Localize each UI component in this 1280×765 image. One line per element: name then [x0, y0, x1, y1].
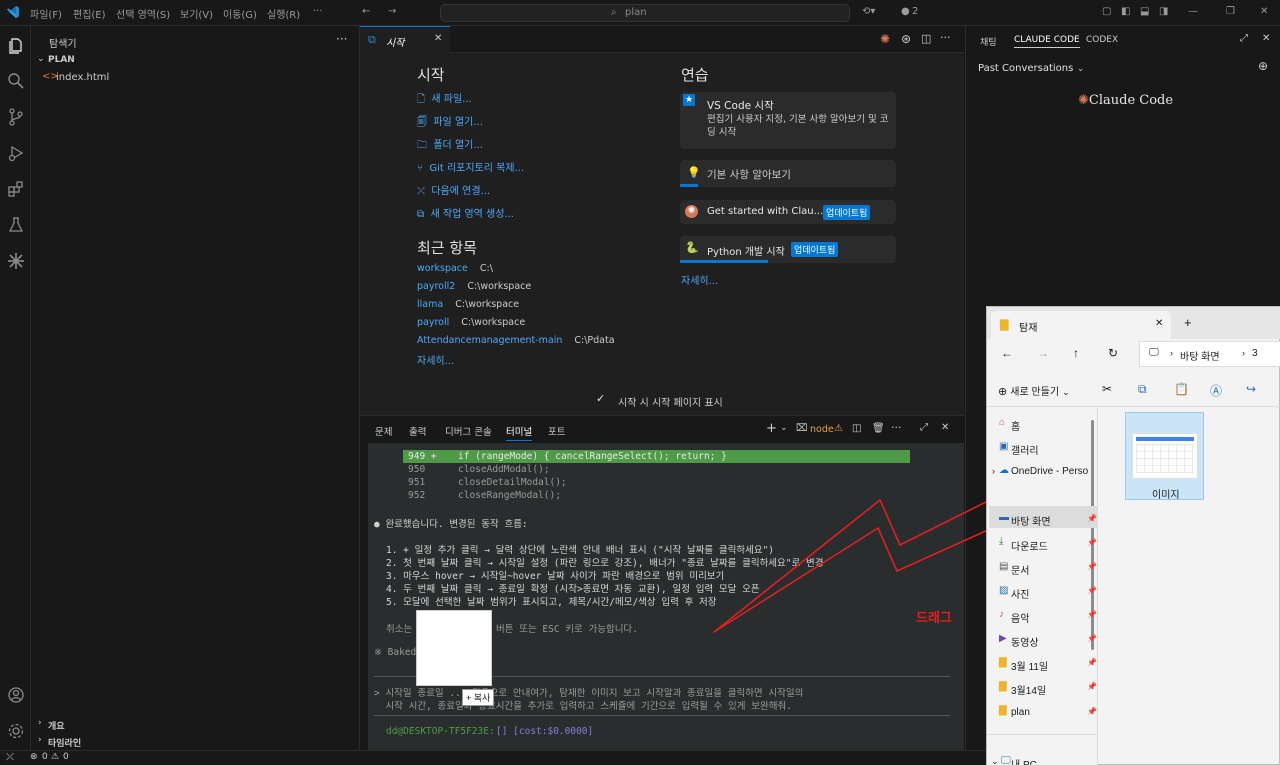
download-icon: ⤓ [999, 536, 1004, 547]
nav-home[interactable]: 홈 [1011, 418, 1020, 433]
pin-icon: 📌 [1087, 586, 1097, 595]
nav-videos[interactable]: 동영상 [1011, 634, 1039, 649]
new-item-label: 새로 만들기 [1010, 387, 1060, 398]
music-icon: ♪ [999, 609, 1004, 620]
thumbnail-grid [1136, 444, 1194, 474]
share-icon[interactable]: ↪ [1246, 382, 1256, 396]
chevron-right-icon[interactable]: › [992, 466, 995, 476]
pin-icon: 📌 [1087, 682, 1097, 691]
pin-icon: 📌 [1087, 514, 1097, 523]
pin-icon: 📌 [1087, 562, 1097, 571]
copy-icon[interactable]: ⧉ [1138, 382, 1147, 397]
folder-icon: ▇ [999, 681, 1007, 692]
nav-pictures[interactable]: 사진 [1011, 586, 1029, 601]
desktop-icon: ▬ [999, 512, 1009, 523]
new-tab-icon[interactable]: + [1184, 315, 1192, 330]
plus-circle-icon: ⊕ [998, 386, 1008, 398]
breadcrumb-chevron-icon: › [1242, 348, 1245, 358]
navigation-pane: ⌂ 홈 ▣ 갤러리 › ☁ OneDrive - Perso ▬ 바탕 화면 📌… [987, 408, 1097, 765]
paste-icon[interactable]: 📋 [1174, 382, 1189, 396]
nav-desktop[interactable]: 바탕 화면 [1011, 513, 1051, 528]
nav-downloads[interactable]: 다운로드 [1011, 538, 1048, 553]
pane-divider [1097, 408, 1098, 765]
nav-folder-mar11[interactable]: 3월 11일 [1011, 658, 1048, 673]
nav-folder-plan[interactable]: plan [1011, 707, 1030, 718]
folder-icon: ▇ [1000, 319, 1009, 331]
chevron-down-icon[interactable]: ⌄ [991, 756, 999, 765]
tab-close-icon[interactable]: ✕ [1155, 318, 1163, 329]
nav-divider [987, 734, 1097, 735]
up-arrow-icon[interactable]: ↑ [1073, 346, 1079, 360]
videos-icon: ▶ [999, 633, 1007, 644]
breadcrumb-chevron-icon: › [1170, 348, 1173, 358]
folder-icon: ▇ [999, 657, 1007, 668]
pin-icon: 📌 [1087, 538, 1097, 547]
file-item-image[interactable]: 이미지 [1125, 412, 1204, 501]
cloud-icon: ☁ [999, 465, 1009, 476]
nav-gallery[interactable]: 갤러리 [1011, 442, 1039, 457]
pictures-icon: ▨ [999, 585, 1009, 596]
documents-icon: ▤ [999, 561, 1009, 572]
file-explorer-window: ▇ 탐재 ✕ + ← → ↑ ↻ 🖵 › 바탕 화면 › 3 ⊕ 새로 만들기 … [986, 306, 1280, 765]
breadcrumb-folder[interactable]: 3 [1252, 348, 1258, 359]
thumbnail-header [1136, 437, 1194, 441]
nav-onedrive[interactable]: OneDrive - Perso [1011, 466, 1088, 477]
address-bar[interactable]: 🖵 › 바탕 화면 › 3 [1139, 341, 1280, 367]
folder-icon: ▇ [999, 705, 1007, 716]
home-icon: ⌂ [999, 417, 1006, 428]
chevron-down-icon: ⌄ [1062, 387, 1070, 397]
gallery-icon: ▣ [999, 441, 1009, 452]
new-item-button[interactable]: ⊕ 새로 만들기 ⌄ [998, 383, 1070, 398]
pin-icon: 📌 [1087, 707, 1097, 716]
pin-icon: 📌 [1087, 658, 1097, 667]
nav-music[interactable]: 음악 [1011, 610, 1029, 625]
back-arrow-icon[interactable]: ← [1001, 346, 1013, 360]
file-label: 이미지 [1152, 490, 1180, 501]
forward-arrow-icon[interactable]: → [1037, 346, 1049, 360]
refresh-icon[interactable]: ↻ [1108, 346, 1118, 360]
rename-icon[interactable]: Ⓐ [1210, 382, 1222, 399]
breadcrumb-desktop[interactable]: 바탕 화면 [1180, 348, 1220, 363]
pc-icon: 🖵 [1001, 755, 1011, 765]
cut-icon[interactable]: ✂ [1102, 382, 1112, 396]
explorer-tab[interactable]: ▇ 탐재 ✕ [991, 311, 1171, 339]
pin-icon: 📌 [1087, 634, 1097, 643]
image-thumbnail [1132, 433, 1198, 479]
nav-this-pc[interactable]: 내 PC [1011, 756, 1037, 765]
explorer-tab-title: 탐재 [1019, 323, 1038, 334]
nav-documents[interactable]: 문서 [1011, 562, 1029, 577]
monitor-icon: 🖵 [1149, 347, 1159, 358]
nav-folder-mar14[interactable]: 3월14일 [1011, 682, 1046, 697]
pin-icon: 📌 [1087, 610, 1097, 619]
drag-label: 드래그 [916, 611, 952, 626]
